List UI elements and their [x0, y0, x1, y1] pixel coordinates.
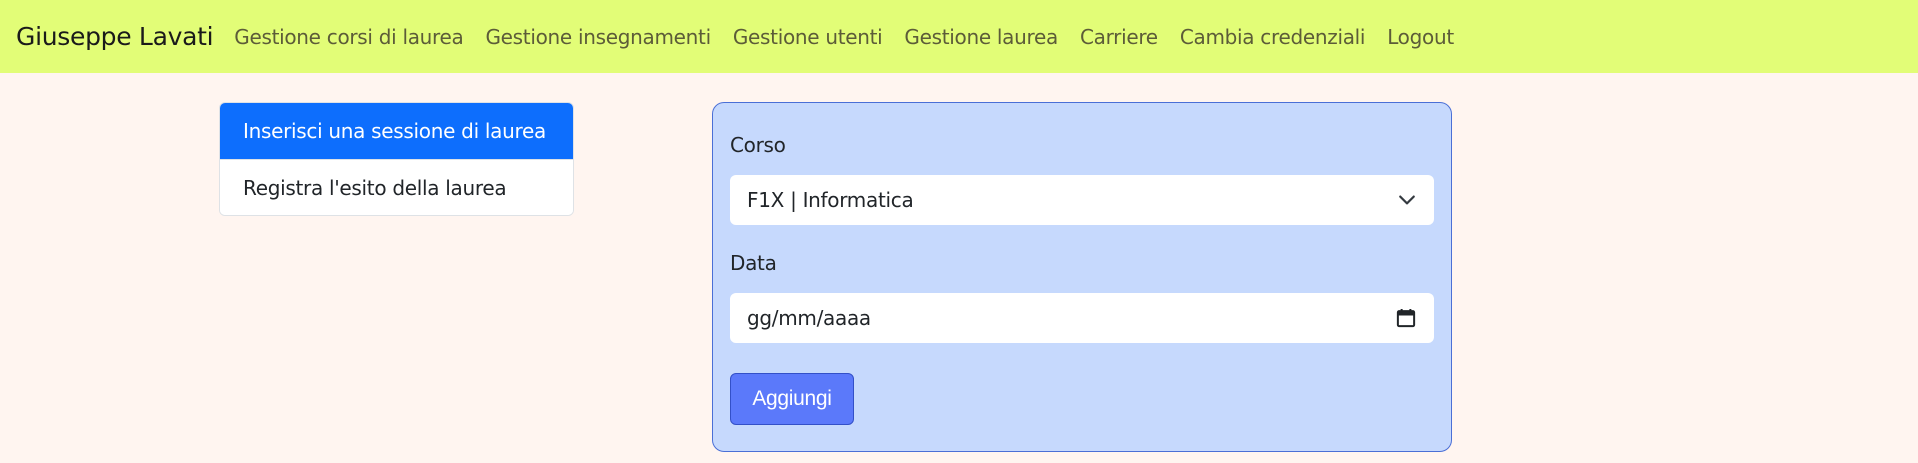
nav-link-logout[interactable]: Logout: [1376, 25, 1465, 49]
corso-label: Corso: [730, 133, 786, 157]
nav-link-gestione-insegnamenti[interactable]: Gestione insegnamenti: [474, 25, 721, 49]
nav-links: Gestione corsi di laurea Gestione insegn…: [223, 25, 1465, 49]
nav-link-carriere[interactable]: Carriere: [1069, 25, 1169, 49]
calendar-icon[interactable]: [1396, 308, 1416, 328]
nav-link-cambia-credenziali[interactable]: Cambia credenziali: [1169, 25, 1376, 49]
nav-link-gestione-corsi-di-laurea[interactable]: Gestione corsi di laurea: [223, 25, 474, 49]
aggiungi-button[interactable]: Aggiungi: [730, 373, 854, 425]
sidebar-menu: Inserisci una sessione di laurea Registr…: [219, 102, 574, 216]
data-date-placeholder: gg/mm/aaaa: [747, 306, 871, 330]
sidebar-item-inserisci-sessione[interactable]: Inserisci una sessione di laurea: [220, 103, 573, 159]
corso-select[interactable]: F1X | Informatica: [730, 175, 1434, 225]
top-navbar: Giuseppe Lavati Gestione corsi di laurea…: [0, 0, 1918, 73]
data-date-input[interactable]: gg/mm/aaaa: [730, 293, 1434, 343]
nav-link-gestione-laurea[interactable]: Gestione laurea: [893, 25, 1069, 49]
session-form-card: Corso F1X | Informatica Data gg/mm/aaaa …: [712, 102, 1452, 452]
corso-select-value: F1X | Informatica: [747, 188, 914, 212]
nav-link-gestione-utenti[interactable]: Gestione utenti: [722, 25, 894, 49]
chevron-down-icon: [1398, 191, 1416, 209]
sidebar-item-registra-esito[interactable]: Registra l'esito della laurea: [220, 159, 573, 215]
navbar-brand[interactable]: Giuseppe Lavati: [16, 22, 214, 51]
data-label: Data: [730, 251, 777, 275]
